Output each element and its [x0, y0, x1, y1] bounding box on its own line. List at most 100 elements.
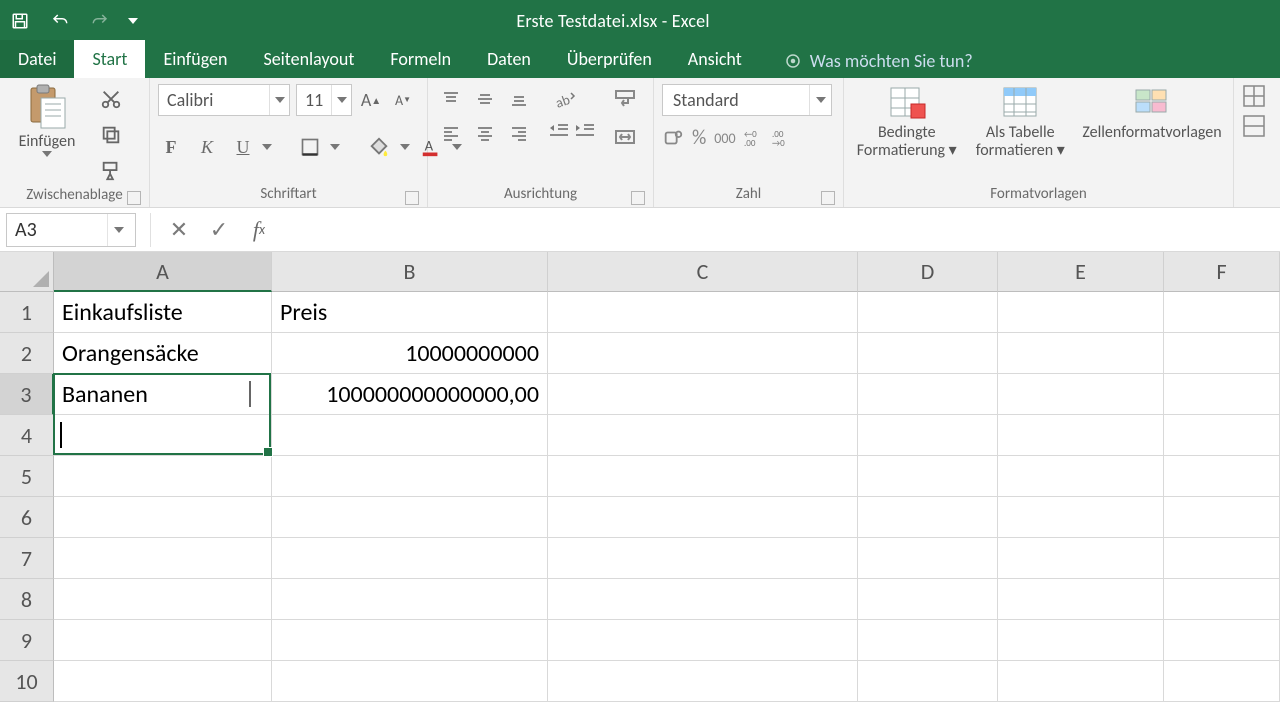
- cell-B5[interactable]: [272, 456, 548, 497]
- cell-A4[interactable]: [54, 415, 272, 456]
- orientation-button[interactable]: ab: [548, 84, 582, 114]
- cell-A8[interactable]: [54, 579, 272, 620]
- borders-dropdown[interactable]: [330, 144, 340, 150]
- cell-E4[interactable]: [998, 415, 1164, 456]
- cell-C9[interactable]: [548, 620, 858, 661]
- delete-cells-button[interactable]: [1242, 114, 1270, 138]
- cell-E6[interactable]: [998, 497, 1164, 538]
- cell-F2[interactable]: [1164, 333, 1280, 374]
- cell-C1[interactable]: [548, 292, 858, 333]
- merge-center-button[interactable]: [610, 122, 640, 152]
- tab-start[interactable]: Start: [74, 40, 145, 78]
- decrease-decimal-button[interactable]: .00→0: [772, 129, 792, 147]
- column-header-C[interactable]: C: [548, 252, 858, 292]
- cell-E3[interactable]: [998, 374, 1164, 415]
- cell-B4[interactable]: [272, 415, 548, 456]
- clipboard-launcher[interactable]: [127, 191, 141, 205]
- cell-A10[interactable]: [54, 661, 272, 702]
- name-box[interactable]: [6, 213, 136, 247]
- cell-F10[interactable]: [1164, 661, 1280, 702]
- tab-überprüfen[interactable]: Überprüfen: [549, 40, 670, 78]
- cell-D5[interactable]: [858, 456, 998, 497]
- tab-daten[interactable]: Daten: [469, 40, 549, 78]
- cell-A7[interactable]: [54, 538, 272, 579]
- undo-button[interactable]: [40, 0, 80, 42]
- align-middle-button[interactable]: [470, 84, 500, 114]
- cancel-edit-button[interactable]: ✕: [159, 213, 199, 247]
- cell-C3[interactable]: [548, 374, 858, 415]
- cell-C8[interactable]: [548, 579, 858, 620]
- cell-F7[interactable]: [1164, 538, 1280, 579]
- cell-A6[interactable]: [54, 497, 272, 538]
- cell-F9[interactable]: [1164, 620, 1280, 661]
- align-right-button[interactable]: [504, 118, 534, 148]
- format-as-table-button[interactable]: Als Tabelle formatieren ▾: [966, 84, 1076, 161]
- cell-D7[interactable]: [858, 538, 998, 579]
- decrease-indent-button[interactable]: [548, 122, 570, 140]
- align-left-button[interactable]: [436, 118, 466, 148]
- cell-D10[interactable]: [858, 661, 998, 702]
- increase-indent-button[interactable]: [574, 122, 596, 140]
- tab-einfügen[interactable]: Einfügen: [145, 40, 245, 78]
- cell-B6[interactable]: [272, 497, 548, 538]
- align-center-button[interactable]: [470, 118, 500, 148]
- cell-D6[interactable]: [858, 497, 998, 538]
- column-header-F[interactable]: F: [1164, 252, 1280, 292]
- alignment-launcher[interactable]: [631, 191, 645, 205]
- paste-button[interactable]: Einfügen: [8, 84, 86, 157]
- cell-E10[interactable]: [998, 661, 1164, 702]
- cell-E9[interactable]: [998, 620, 1164, 661]
- font-name-input[interactable]: [159, 89, 269, 111]
- row-header-8[interactable]: 8: [0, 579, 54, 620]
- tab-file[interactable]: Datei: [0, 40, 74, 78]
- cell-C4[interactable]: [548, 415, 858, 456]
- fill-color-button[interactable]: [368, 136, 390, 158]
- cell-styles-button[interactable]: Zellenformatvorlagen: [1079, 84, 1225, 142]
- font-size-dropdown[interactable]: [331, 85, 351, 115]
- spreadsheet-grid[interactable]: ABCDEF 1EinkaufslistePreis2Orangensäcke1…: [0, 252, 1280, 702]
- formula-input[interactable]: [279, 213, 1280, 247]
- row-header-6[interactable]: 6: [0, 497, 54, 538]
- cell-B9[interactable]: [272, 620, 548, 661]
- row-header-3[interactable]: 3: [0, 374, 54, 415]
- insert-function-button[interactable]: fx: [239, 213, 279, 247]
- cell-A9[interactable]: [54, 620, 272, 661]
- decrease-font-button[interactable]: A▼: [390, 85, 416, 115]
- insert-cells-button[interactable]: [1242, 84, 1270, 108]
- number-launcher[interactable]: [821, 191, 835, 205]
- cell-D4[interactable]: [858, 415, 998, 456]
- wrap-text-button[interactable]: [610, 84, 640, 114]
- increase-decimal-button[interactable]: ←0.00: [744, 129, 764, 147]
- save-button[interactable]: [0, 0, 40, 42]
- cell-B1[interactable]: Preis: [272, 292, 548, 333]
- column-header-D[interactable]: D: [858, 252, 998, 292]
- cell-B2[interactable]: 10000000000: [272, 333, 548, 374]
- number-format-combo[interactable]: Standard: [662, 84, 832, 116]
- format-painter-button[interactable]: [94, 156, 128, 186]
- cell-B10[interactable]: [272, 661, 548, 702]
- cell-C6[interactable]: [548, 497, 858, 538]
- align-bottom-button[interactable]: [504, 84, 534, 114]
- cell-F6[interactable]: [1164, 497, 1280, 538]
- cell-D8[interactable]: [858, 579, 998, 620]
- row-header-10[interactable]: 10: [0, 661, 54, 702]
- percent-format-button[interactable]: %: [692, 126, 706, 150]
- row-header-7[interactable]: 7: [0, 538, 54, 579]
- font-size-combo[interactable]: [296, 84, 352, 116]
- font-name-dropdown[interactable]: [269, 85, 289, 115]
- bold-button[interactable]: F: [158, 134, 184, 160]
- conditional-formatting-button[interactable]: Bedingte Formatierung ▾: [852, 84, 962, 161]
- qat-customize-button[interactable]: [120, 0, 146, 42]
- row-header-9[interactable]: 9: [0, 620, 54, 661]
- cell-C5[interactable]: [548, 456, 858, 497]
- row-header-2[interactable]: 2: [0, 333, 54, 374]
- comma-format-button[interactable]: 000: [714, 130, 735, 147]
- cell-C2[interactable]: [548, 333, 858, 374]
- accounting-format-button[interactable]: [662, 127, 684, 149]
- number-format-dropdown[interactable]: [809, 85, 831, 115]
- underline-dropdown[interactable]: [262, 144, 272, 150]
- name-box-dropdown[interactable]: [107, 214, 129, 246]
- font-size-input[interactable]: [297, 89, 331, 111]
- confirm-edit-button[interactable]: ✓: [199, 213, 239, 247]
- cell-D9[interactable]: [858, 620, 998, 661]
